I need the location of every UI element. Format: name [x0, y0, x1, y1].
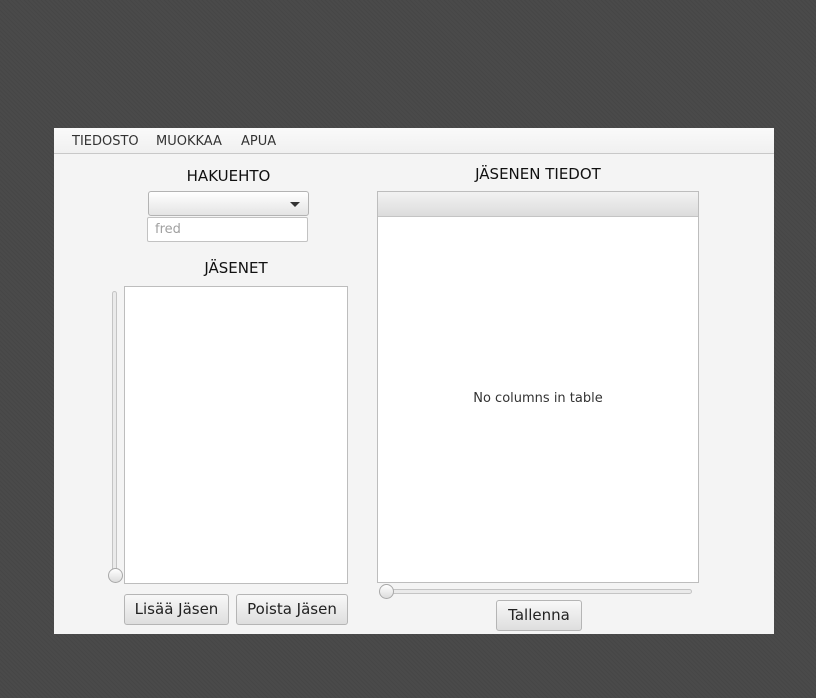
- chevron-down-icon: [290, 202, 300, 207]
- members-slider[interactable]: [112, 291, 117, 575]
- members-list[interactable]: [124, 286, 348, 584]
- member-details-table[interactable]: No columns in table: [377, 191, 699, 583]
- add-member-button[interactable]: Lisää Jäsen: [124, 594, 229, 625]
- search-criteria-combo[interactable]: [148, 191, 309, 216]
- app-window: TIEDOSTO MUOKKAA APUA HAKUEHTO JÄSENET L…: [54, 128, 774, 634]
- menu-bar: TIEDOSTO MUOKKAA APUA: [54, 128, 774, 154]
- details-slider-thumb[interactable]: [379, 584, 394, 599]
- details-heading: JÄSENEN TIEDOT: [475, 165, 601, 183]
- search-heading: HAKUEHTO: [186, 167, 271, 185]
- remove-member-button[interactable]: Poista Jäsen: [236, 594, 348, 625]
- menu-apua[interactable]: APUA: [241, 134, 276, 149]
- menu-muokkaa[interactable]: MUOKKAA: [156, 134, 222, 149]
- save-button[interactable]: Tallenna: [496, 600, 582, 631]
- members-slider-thumb[interactable]: [108, 568, 123, 583]
- members-heading: JÄSENET: [204, 259, 268, 277]
- search-input[interactable]: [147, 217, 308, 242]
- details-slider[interactable]: [384, 589, 692, 594]
- table-empty-placeholder: No columns in table: [473, 391, 603, 406]
- menu-tiedosto[interactable]: TIEDOSTO: [72, 134, 139, 149]
- table-header: [378, 192, 698, 217]
